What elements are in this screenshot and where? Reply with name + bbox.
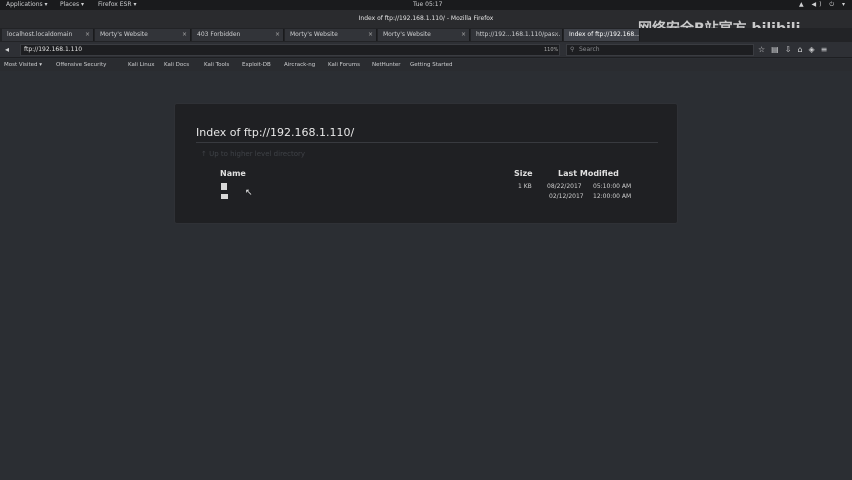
bookmark-exploit-db[interactable]: Exploit-DB — [242, 59, 271, 71]
row-time: 05:10:00 AM — [593, 183, 632, 190]
tab-localhost[interactable]: localhost.localdomain × — [2, 29, 94, 41]
tab-403-forbidden[interactable]: 403 Forbidden × — [192, 29, 284, 41]
tab-mortys-website-1[interactable]: Morty's Website × — [95, 29, 191, 41]
bookmark-nethunter[interactable]: NetHunter — [372, 59, 401, 71]
close-icon[interactable]: × — [461, 29, 466, 41]
close-icon[interactable]: × — [182, 29, 187, 41]
firefox-app-menu[interactable]: Firefox ESR ▾ — [98, 0, 136, 10]
tab-mortys-website-2[interactable]: Morty's Website × — [285, 29, 377, 41]
clock[interactable]: Tue 05:17 — [413, 0, 442, 10]
column-header-name[interactable]: Name — [220, 169, 246, 179]
tab-label: http://192...168.1.110/pas... — [476, 31, 561, 38]
row-date: 08/22/2017 — [547, 183, 582, 190]
parent-directory-label: Up to higher level directory — [209, 150, 305, 158]
column-header-size[interactable]: Size — [514, 169, 533, 179]
row-size: 1 KB — [518, 183, 532, 190]
shield-icon[interactable]: ◈ — [809, 45, 821, 54]
title-divider — [196, 142, 658, 143]
navigation-toolbar: ◂ ftp://192.168.1.110 110% ⚲ Search ☆▤⇩⌂… — [0, 42, 852, 58]
parent-directory-link[interactable]: ↑ Up to higher level directory — [201, 149, 305, 159]
folder-icon[interactable] — [221, 194, 228, 199]
row-time: 12:00:00 AM — [593, 193, 632, 200]
tab-pastebin-url[interactable]: http://192...168.1.110/pas... × — [471, 29, 563, 41]
bookmark-kali-tools[interactable]: Kali Tools — [204, 59, 229, 71]
window-title: Index of ftp://192.168.1.110/ - Mozilla … — [358, 15, 494, 22]
tab-bar: localhost.localdomain × Morty's Website × … — [0, 28, 852, 42]
home-icon[interactable]: ⌂ — [797, 45, 808, 54]
bookmark-kali-docs[interactable]: Kali Docs — [164, 59, 189, 71]
tab-mortys-website-3[interactable]: Morty's Website × — [378, 29, 470, 41]
menu-icon[interactable]: ≡ — [821, 45, 834, 54]
bookmark-getting-started[interactable]: Getting Started — [410, 59, 453, 71]
bookmarks-toolbar: Most Visited ▾ Offensive Security Kali L… — [0, 59, 852, 71]
search-input[interactable]: ⚲ Search — [566, 44, 754, 56]
bookmark-offensive-security[interactable]: Offensive Security — [56, 59, 106, 71]
bookmark-most-visited[interactable]: Most Visited ▾ — [4, 59, 42, 71]
tab-label: Index of ftp://192.168... — [569, 31, 640, 38]
directory-listing-panel: Index of ftp://192.168.1.110/ ↑ Up to hi… — [174, 103, 678, 224]
tab-label: Morty's Website — [290, 31, 338, 38]
system-status-icons[interactable]: ▲ ◀) ⏻ ▾ — [799, 0, 848, 10]
column-header-last-modified[interactable]: Last Modified — [558, 169, 619, 179]
mouse-cursor-icon: ↖ — [245, 188, 253, 198]
tab-label: 403 Forbidden — [197, 31, 241, 38]
close-icon[interactable]: × — [85, 29, 90, 41]
url-text: ftp://192.168.1.110 — [24, 46, 83, 53]
bookmark-kali-forums[interactable]: Kali Forums — [328, 59, 360, 71]
row-date: 02/12/2017 — [549, 193, 584, 200]
search-placeholder: Search — [579, 46, 600, 53]
search-icon: ⚲ — [570, 46, 575, 53]
star-icon[interactable]: ☆ — [758, 45, 771, 54]
tab-label: Morty's Website — [100, 31, 148, 38]
zoom-level[interactable]: 110% — [544, 45, 558, 55]
bookmark-kali-linux[interactable]: Kali Linux — [128, 59, 155, 71]
tab-label: Morty's Website — [383, 31, 431, 38]
places-menu[interactable]: Places ▾ — [60, 0, 84, 10]
tab-label: localhost.localdomain — [7, 31, 73, 38]
close-icon[interactable]: × — [368, 29, 373, 41]
url-bar[interactable]: ftp://192.168.1.110 — [20, 44, 560, 56]
bookmark-aircrack-ng[interactable]: Aircrack-ng — [284, 59, 315, 71]
tab-ftp-index[interactable]: Index of ftp://192.168... — [564, 29, 640, 41]
gnome-top-bar: Applications ▾ Places ▾ Firefox ESR ▾ Tu… — [0, 0, 852, 10]
page-title: Index of ftp://192.168.1.110/ — [196, 126, 355, 139]
file-icon[interactable] — [221, 183, 227, 190]
reading-list-icon[interactable]: ▤ — [771, 45, 785, 54]
applications-menu[interactable]: Applications ▾ — [6, 0, 48, 10]
back-icon[interactable]: ◂ — [5, 44, 9, 56]
download-icon[interactable]: ⇩ — [785, 45, 798, 54]
toolbar-icons: ☆▤⇩⌂◈≡ — [758, 44, 833, 56]
status-bar — [0, 472, 852, 480]
close-icon[interactable]: × — [554, 29, 559, 41]
close-icon[interactable]: × — [275, 29, 280, 41]
